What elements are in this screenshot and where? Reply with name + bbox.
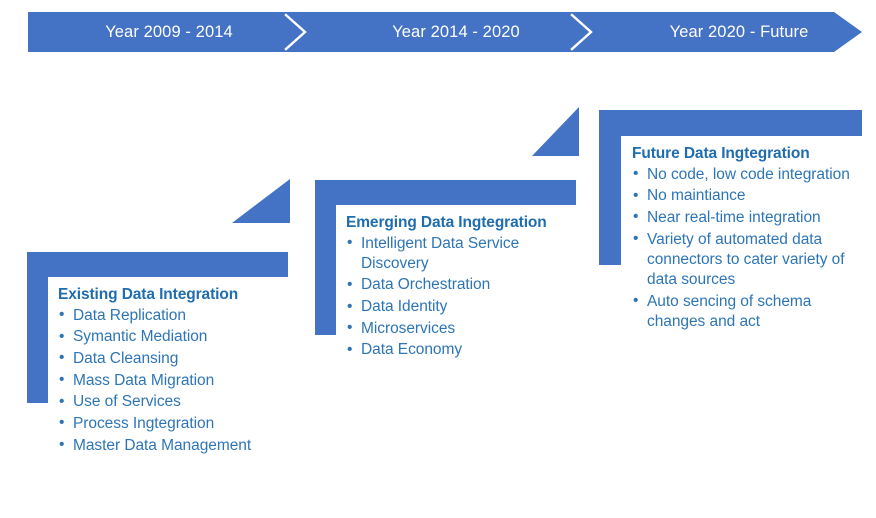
stage3-title: Future Data Ingtegration xyxy=(632,145,810,162)
stage-future-data-integration: Future Data Ingtegration No code, low co… xyxy=(0,0,876,518)
list-item: Near real-time integration xyxy=(632,207,858,228)
list-item: No maintiance xyxy=(632,186,858,206)
list-item: Variety of automated data connectors to … xyxy=(632,229,858,290)
stage3-top-band xyxy=(599,110,862,136)
stage3-riser-triangle-icon xyxy=(532,107,579,156)
list-item: Auto sencing of schema changes and act xyxy=(632,291,858,332)
list-item: No code, low code integration xyxy=(632,164,858,185)
stage3-left-band xyxy=(599,110,621,265)
diagram-canvas: Year 2009 - 2014 Year 2014 - 2020 Year 2… xyxy=(0,0,876,518)
stage3-panel: Future Data Ingtegration No code, low co… xyxy=(621,136,862,416)
stage3-bullet-list: No code, low code integration No maintia… xyxy=(632,164,858,332)
